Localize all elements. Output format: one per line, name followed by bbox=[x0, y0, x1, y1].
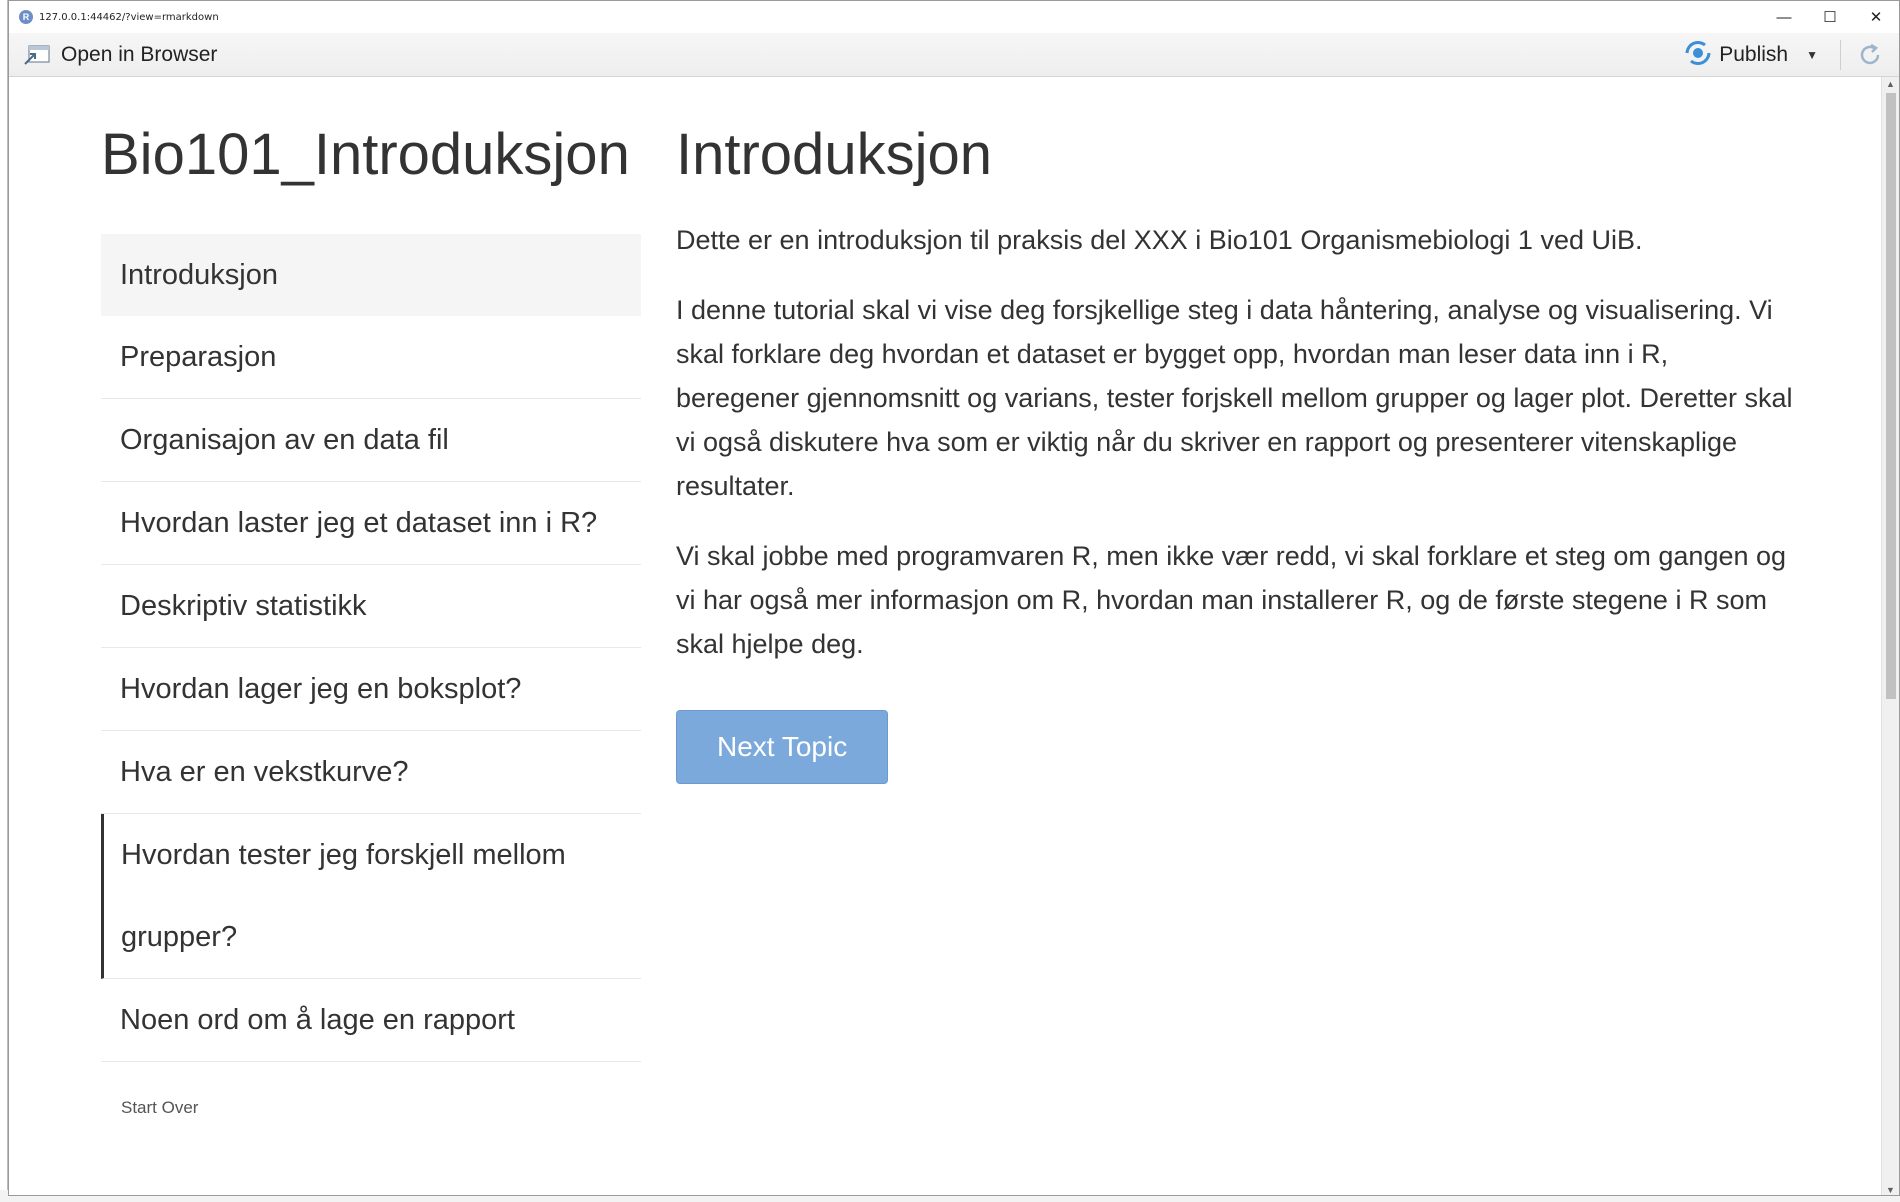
nav-item-rapport[interactable]: Noen ord om å lage en rapport bbox=[101, 979, 641, 1062]
open-in-browser-button[interactable]: Open in Browser bbox=[23, 43, 217, 67]
minimize-button[interactable]: — bbox=[1761, 1, 1807, 33]
maximize-button[interactable]: ☐ bbox=[1807, 1, 1853, 33]
chevron-down-icon[interactable]: ▼ bbox=[1806, 48, 1818, 62]
publish-icon bbox=[1683, 40, 1713, 71]
nav-item-boksplot[interactable]: Hvordan lager jeg en boksplot? bbox=[101, 648, 641, 731]
viewer-toolbar: Open in Browser Publish ▼ bbox=[9, 33, 1899, 77]
nav-item-introduksjon[interactable]: Introduksjon bbox=[101, 234, 641, 316]
scroll-up-icon[interactable]: ▲ bbox=[1886, 79, 1895, 89]
toolbar-separator bbox=[1840, 40, 1841, 70]
topic-nav: Introduksjon Preparasjon Organisajon av … bbox=[101, 234, 641, 1118]
publish-label: Publish bbox=[1719, 43, 1789, 66]
open-in-browser-label: Open in Browser bbox=[61, 42, 218, 66]
open-in-browser-icon bbox=[23, 44, 51, 66]
refresh-icon[interactable] bbox=[1855, 40, 1885, 70]
nav-item-teste-forskjell[interactable]: Hvordan tester jeg forskjell mellom grup… bbox=[101, 814, 641, 979]
nav-item-preparasjon[interactable]: Preparasjon bbox=[101, 316, 641, 399]
window-controls: — ☐ ✕ bbox=[1761, 1, 1899, 33]
toolbar-right: Publish ▼ bbox=[1683, 33, 1899, 77]
viewer-window: R 127.0.0.1:44462/?view=rmarkdown — ☐ ✕ … bbox=[8, 0, 1900, 1196]
start-over-link[interactable]: Start Over bbox=[121, 1098, 198, 1118]
paragraph-intro: Dette er en introduksjon til praksis del… bbox=[676, 225, 1643, 255]
scrollbar-thumb[interactable] bbox=[1886, 93, 1896, 699]
title-bar: R 127.0.0.1:44462/?view=rmarkdown — ☐ ✕ bbox=[9, 1, 1899, 33]
nav-item-organisajon[interactable]: Organisajon av en data fil bbox=[101, 399, 641, 482]
vertical-scrollbar[interactable]: ▲ ▼ bbox=[1881, 77, 1899, 1195]
scroll-down-icon[interactable]: ▼ bbox=[1886, 1185, 1895, 1195]
publish-button[interactable]: Publish ▼ bbox=[1683, 40, 1818, 71]
r-app-icon: R bbox=[19, 10, 33, 24]
topic-content: Introduksjon Dette er en introduksjon ti… bbox=[676, 121, 1796, 784]
nav-item-deskriptiv-statistikk[interactable]: Deskriptiv statistikk bbox=[101, 565, 641, 648]
close-button[interactable]: ✕ bbox=[1853, 1, 1899, 33]
tutorial-title: Bio101_Introduksjon bbox=[101, 122, 630, 187]
paragraph-tutorial: I denne tutorial skal vi vise deg forsjk… bbox=[676, 295, 1793, 501]
window-url: 127.0.0.1:44462/?view=rmarkdown bbox=[39, 11, 219, 23]
paragraph-r: Vi skal jobbe med programvaren R, men ik… bbox=[676, 541, 1787, 659]
background-window-edge bbox=[0, 0, 8, 1202]
next-topic-button[interactable]: Next Topic bbox=[676, 710, 889, 784]
tutorial-viewport: Bio101_Introduksjon Introduksjon Prepara… bbox=[9, 77, 1883, 1195]
nav-item-vekstkurve[interactable]: Hva er en vekstkurve? bbox=[101, 731, 641, 814]
nav-item-teste-forskjell-line1: Hvordan tester jeg forskjell mellom bbox=[121, 839, 566, 871]
nav-item-teste-forskjell-line2: grupper? bbox=[121, 921, 238, 953]
topic-heading: Introduksjon bbox=[676, 122, 992, 187]
nav-item-laste-dataset[interactable]: Hvordan laster jeg et dataset inn i R? bbox=[101, 482, 641, 565]
